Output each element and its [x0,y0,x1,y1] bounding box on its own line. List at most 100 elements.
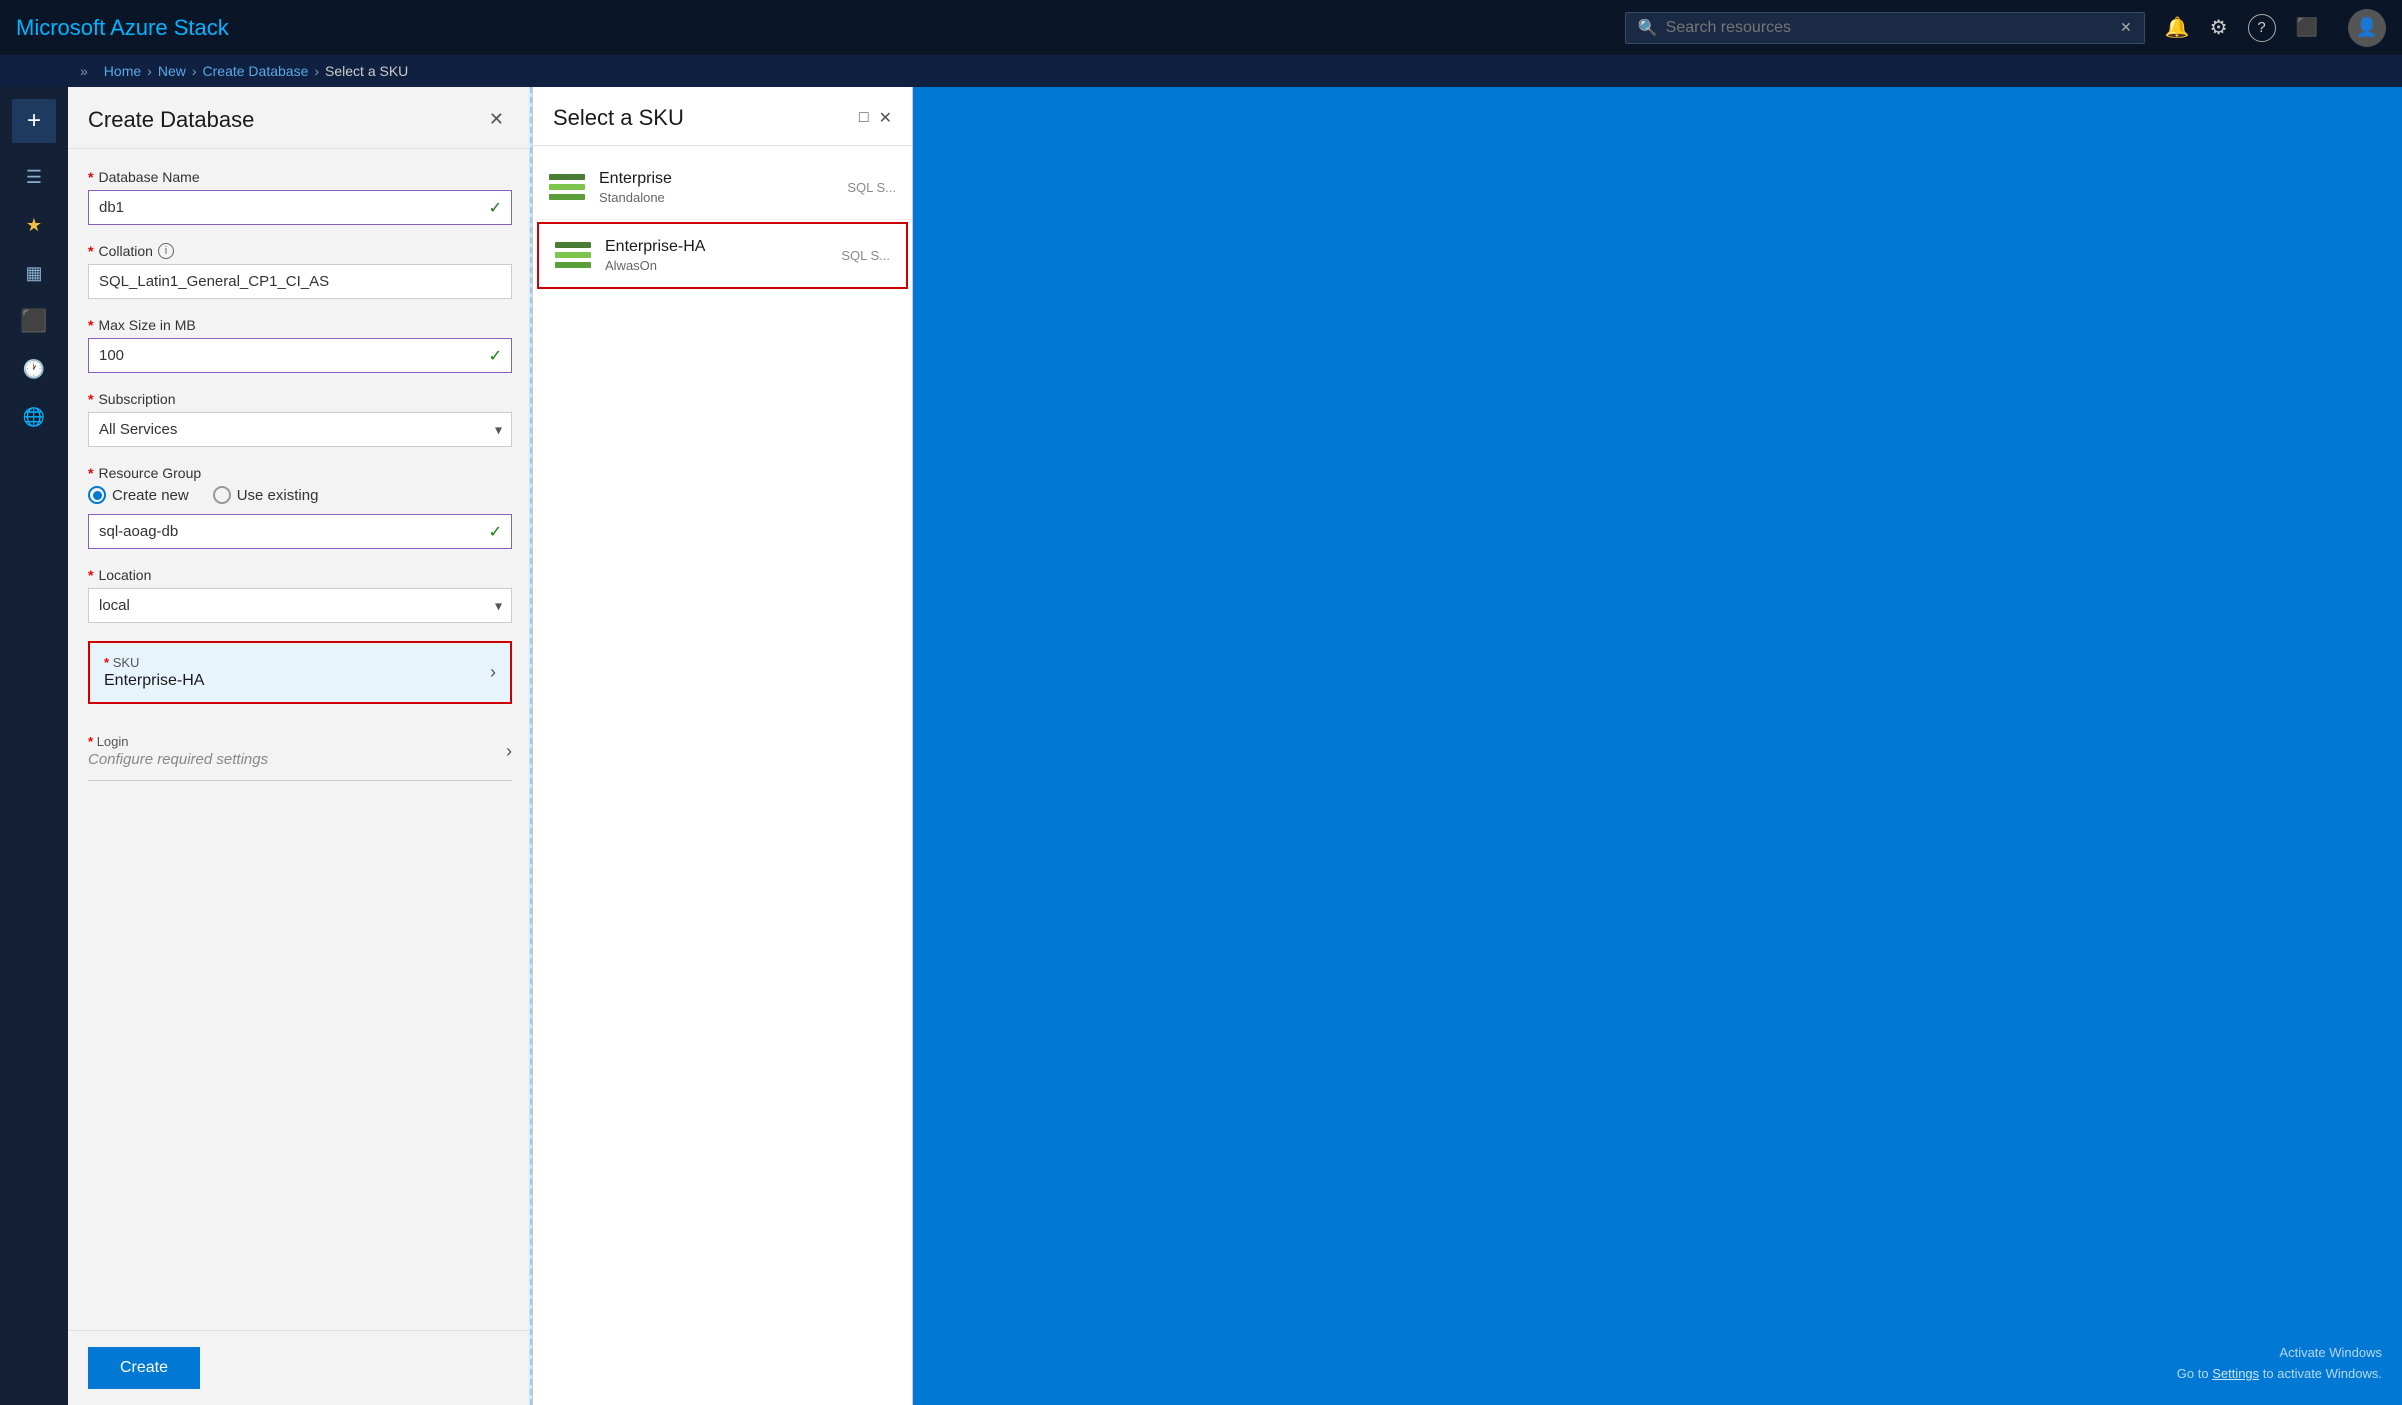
required-star-sku: * [104,655,109,670]
bell-icon[interactable]: 🔔 [2165,15,2190,40]
sku-value: Enterprise-HA [104,672,204,690]
breadcrumb-sep-3: › [314,63,319,79]
location-select[interactable]: local [88,588,512,623]
location-select-wrapper: local ▾ [88,588,512,623]
sku-enterprise-ha-name: Enterprise-HA [605,238,827,256]
search-icon: 🔍 [1638,18,1658,38]
create-button[interactable]: Create [88,1347,200,1389]
sku-field[interactable]: * SKU Enterprise-HA › [88,641,512,704]
sidebar-item-resources[interactable]: ⬛ [12,299,56,343]
required-star-location: * [88,567,93,583]
breadcrumb-sep-2: › [192,63,197,79]
max-size-input[interactable] [88,338,512,373]
collation-input[interactable] [88,264,512,299]
required-star-subscription: * [88,391,93,407]
search-clear-icon[interactable]: ✕ [2120,19,2132,36]
sku-enterprise-ha-type: SQL S... [841,248,890,263]
sku-panel-minimize-button[interactable]: □ [859,109,869,127]
blue-background-area [913,87,2402,1405]
help-icon[interactable]: ? [2248,14,2276,42]
topbar-icons: 🔔 ⚙ ? ⬛ 👤 [2165,9,2386,47]
sidebar-item-history[interactable]: 🕐 [12,347,56,391]
required-star-login: * [88,734,93,749]
login-arrow-icon: › [506,741,512,762]
sku-icon-bar-1 [549,174,585,180]
create-database-panel: Create Database ✕ * Database Name ✓ [68,87,533,1405]
login-field-inner: * Login Configure required settings [88,734,268,768]
breadcrumb-expand[interactable]: » [80,63,88,79]
collation-input-wrapper [88,264,512,299]
sidebar-item-dashboard[interactable]: ▦ [12,251,56,295]
sku-enterprise-ha-info: Enterprise-HA AlwasOn [605,238,827,273]
sku-icon-ha-bar-1 [555,242,591,248]
sku-enterprise-type: SQL S... [847,180,896,195]
breadcrumb: » Home › New › Create Database › Select … [0,55,2402,87]
login-label-text: Login [97,734,129,749]
max-size-label: * Max Size in MB [88,317,512,333]
dashboard-icon: ▦ [25,263,42,284]
breadcrumb-create-database[interactable]: Create Database [203,63,309,79]
max-size-label-text: Max Size in MB [98,317,195,333]
create-new-label: Create new [112,487,189,504]
subscription-group: * Subscription All Services ▾ [88,391,512,447]
database-name-input[interactable] [88,190,512,225]
subscription-label: * Subscription [88,391,512,407]
sku-item-enterprise[interactable]: Enterprise Standalone SQL S... [533,156,912,220]
resource-group-input[interactable] [88,514,512,549]
sku-enterprise-name: Enterprise [599,170,833,188]
resources-icon: ⬛ [20,308,47,334]
location-group: * Location local ▾ [88,567,512,623]
max-size-input-wrapper: ✓ [88,338,512,373]
hamburger-icon: ☰ [26,167,42,188]
required-star-maxsize: * [88,317,93,333]
select-sku-panel: Select a SKU □ ✕ Enterprise [533,87,913,1405]
sku-enterprise-info: Enterprise Standalone [599,170,833,205]
panels-area: Create Database ✕ * Database Name ✓ [68,87,2402,1405]
breadcrumb-new[interactable]: New [158,63,186,79]
database-name-label: * Database Name [88,169,512,185]
subscription-select[interactable]: All Services [88,412,512,447]
resource-group-check-icon: ✓ [489,522,502,542]
search-input[interactable] [1666,19,2120,37]
use-existing-radio[interactable]: Use existing [213,486,319,504]
resource-group-radio-group: Create new Use existing [88,486,512,504]
sku-item-enterprise-ha[interactable]: Enterprise-HA AlwasOn SQL S... [537,222,908,289]
sku-enterprise-icon [549,174,585,202]
sidebar-item-globe[interactable]: 🌐 [12,395,56,439]
search-bar[interactable]: 🔍 ✕ [1625,12,2145,44]
use-existing-radio-circle [213,486,231,504]
sidebar-add-button[interactable]: + [12,99,56,143]
login-field[interactable]: * Login Configure required settings › [88,722,512,781]
database-name-input-wrapper: ✓ [88,190,512,225]
database-name-label-text: Database Name [98,169,199,185]
sku-panel-close-button[interactable]: ✕ [879,108,892,128]
avatar[interactable]: 👤 [2348,9,2386,47]
clock-icon: 🕐 [23,359,45,380]
activate-windows-suffix: to activate Windows. [2259,1366,2382,1381]
gear-icon[interactable]: ⚙ [2210,15,2228,40]
sidebar-item-favorites[interactable]: ★ [12,203,56,247]
sidebar-item-menu[interactable]: ☰ [12,155,56,199]
portal-icon[interactable]: ⬛ [2296,17,2318,38]
sku-enterprise-sub: Standalone [599,190,833,205]
login-field-label: * Login [88,734,268,749]
collation-info-icon[interactable]: i [158,243,174,259]
sku-icon-bar-3 [549,194,585,200]
breadcrumb-home[interactable]: Home [104,63,141,79]
sku-icon-ha-bar-2 [555,252,591,258]
activate-windows-line2: Go to Settings to activate Windows. [2177,1364,2382,1385]
resource-group-label-text: Resource Group [98,465,201,481]
sidebar: + ☰ ★ ▦ ⬛ 🕐 🌐 [0,87,68,1405]
breadcrumb-select-sku: Select a SKU [325,63,408,79]
sku-icon-bar-2 [549,184,585,190]
activate-windows-settings-link[interactable]: Settings [2212,1366,2259,1381]
database-name-group: * Database Name ✓ [88,169,512,225]
subscription-label-text: Subscription [98,391,175,407]
database-name-check-icon: ✓ [489,198,502,218]
create-database-close-button[interactable]: ✕ [481,105,512,134]
max-size-check-icon: ✓ [489,346,502,366]
sku-enterprise-ha-subtitle: AlwasOn [605,258,657,273]
create-new-radio[interactable]: Create new [88,486,189,504]
create-database-panel-header: Create Database ✕ [68,87,532,149]
sku-panel-actions: □ ✕ [859,108,892,128]
